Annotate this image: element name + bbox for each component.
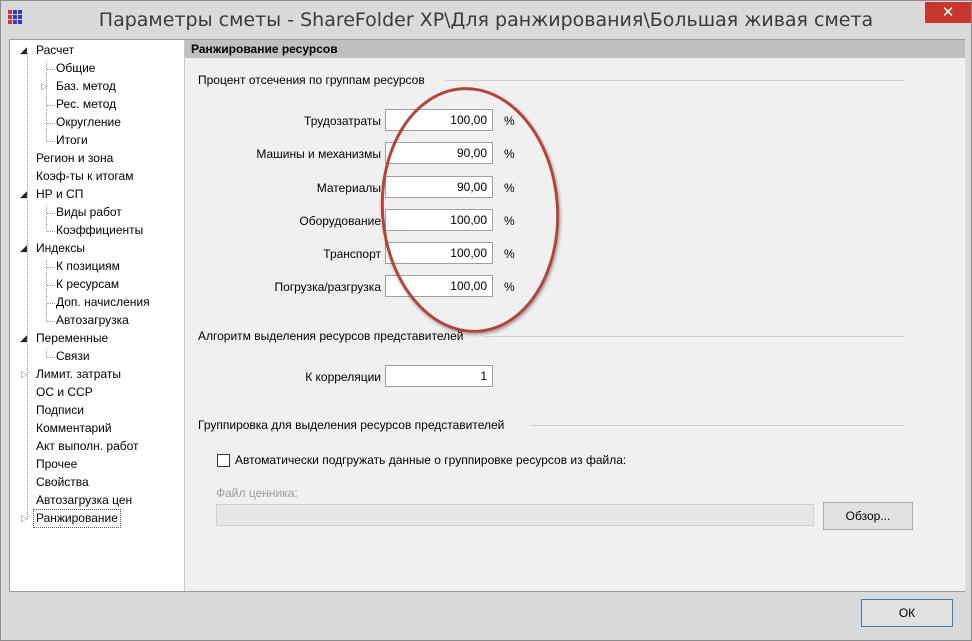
expand-closed-icon[interactable]: ▷ [41,78,48,95]
transport-input[interactable]: 100,00 [385,242,493,264]
tree-item-itogi[interactable]: Итоги [54,132,90,149]
expand-open-icon[interactable]: ◢ [20,186,27,203]
tree-connector [46,260,47,321]
tree-item-indeksy[interactable]: Индексы [34,240,87,257]
tree-item-vidy-rabot[interactable]: Виды работ [54,204,124,221]
auto-load-label: Автоматически подгружать данные о группи… [235,453,627,467]
unit-percent: % [504,247,515,261]
unit-percent: % [504,114,515,128]
label-mashiny: Машины и механизмы [256,147,381,161]
label-oborudovanie: Оборудование [299,214,381,228]
close-button[interactable]: ✕ [925,2,971,23]
tree-item-svyazi[interactable]: Связи [54,348,92,365]
tree-item-svoystva[interactable]: Свойства [34,474,91,491]
tree-item-avtozagruzka-cen[interactable]: Автозагрузка цен [34,492,134,509]
group-divider [485,336,905,337]
tree-item-akt[interactable]: Акт выполн. работ [34,438,141,455]
tree-item-limit-zatraty[interactable]: Лимит. затраты [34,366,123,383]
mashiny-input[interactable]: 90,00 [385,142,493,164]
materialy-input[interactable]: 90,00 [385,176,493,198]
ok-button[interactable]: ОК [861,599,953,627]
tree-item-raschet[interactable]: Расчет [34,42,76,59]
grouping-group-title: Группировка для выделения ресурсов предс… [198,418,505,432]
tree-item-peremennye[interactable]: Переменные [34,330,110,347]
tree-connector [46,350,47,357]
tree-item-ranzhirovanie[interactable]: Ранжирование [33,509,121,528]
group-divider [445,80,905,81]
tree-item-region[interactable]: Регион и зона [34,150,115,167]
tree-connector [46,62,47,141]
unit-percent: % [504,214,515,228]
tree-item-podpisi[interactable]: Подписи [34,402,86,419]
expand-open-icon[interactable]: ◢ [20,42,27,59]
tree-item-obshchie[interactable]: Общие [54,60,97,77]
tree-item-os-ssr[interactable]: ОС и ССР [34,384,95,401]
tree-item-nr-sp[interactable]: НР и СП [34,186,85,203]
tree-item-baz-metod[interactable]: Баз. метод [54,78,118,95]
tree-item-avtozagruzka[interactable]: Автозагрузка [54,312,131,329]
tree-item-k-poziciyam[interactable]: К позициям [54,258,122,275]
expand-closed-icon[interactable]: ▷ [21,366,28,383]
tree-connector [46,206,47,231]
settings-panel: Ранжирование ресурсов Процент отсечения … [184,40,965,591]
trudozatraty-input[interactable]: 100,00 [385,109,493,131]
expand-open-icon[interactable]: ◢ [20,330,27,347]
pogruzka-input[interactable]: 100,00 [385,275,493,297]
label-materialy: Материалы [316,181,381,195]
file-label: Файл ценника: [216,486,298,500]
tree-item-prochee[interactable]: Прочее [34,456,79,473]
label-trudozatraty: Трудозатраты [304,114,381,128]
auto-load-checkbox[interactable] [217,454,230,467]
unit-percent: % [504,280,515,294]
unit-percent: % [504,147,515,161]
settings-tree[interactable]: ◢ ▷ ◢ ◢ ◢ ▷ ▷ Расчет Общие Баз. метод Ре… [10,40,184,591]
panel-header: Ранжирование ресурсов [185,40,965,58]
tree-connector [27,53,28,519]
tree-item-koef[interactable]: Коэф-ты к итогам [34,168,135,185]
title-bar[interactable]: Параметры сметы - ShareFolder XP\Для ран… [1,1,971,39]
tree-item-kommentariy[interactable]: Комментарий [34,420,114,437]
expand-open-icon[interactable]: ◢ [20,240,27,257]
tree-item-k-resursam[interactable]: К ресурсам [54,276,121,293]
dialog-window: Параметры сметы - ShareFolder XP\Для ран… [0,0,972,641]
label-transport: Транспорт [323,247,381,261]
close-icon: ✕ [941,3,955,21]
browse-button[interactable]: Обзор... [823,502,913,530]
label-correlation: К корреляции [305,370,381,384]
expand-closed-icon[interactable]: ▷ [21,510,28,527]
file-path-input[interactable] [216,504,814,526]
window-title: Параметры сметы - ShareFolder XP\Для ран… [98,9,874,31]
oborudovanie-input[interactable]: 100,00 [385,209,493,231]
group-divider [531,425,905,426]
tree-item-res-metod[interactable]: Рес. метод [54,96,118,113]
tree-item-koefficienty[interactable]: Коэффициенты [54,222,145,239]
tree-item-dop-nachisleniya[interactable]: Доп. начисления [54,294,152,311]
label-pogruzka: Погрузка/разгрузка [274,280,381,294]
tree-item-okruglenie[interactable]: Округление [54,114,123,131]
unit-percent: % [504,181,515,195]
dialog-client-area: ◢ ▷ ◢ ◢ ◢ ▷ ▷ Расчет Общие Баз. метод Ре… [9,39,965,592]
cutoff-group-title: Процент отсечения по группам ресурсов [198,73,425,87]
algorithm-group-title: Алгоритм выделения ресурсов представител… [198,329,464,343]
correlation-input[interactable]: 1 [385,365,493,387]
